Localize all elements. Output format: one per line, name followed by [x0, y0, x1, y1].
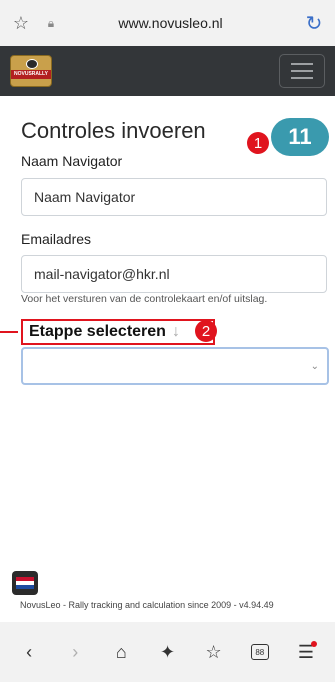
sparkle-icon[interactable]: ✦ [150, 635, 184, 669]
forward-icon[interactable]: › [58, 635, 92, 669]
logo-emblem-icon [26, 59, 38, 69]
down-arrow-icon: ↓ [171, 323, 180, 340]
back-icon[interactable]: ‹ [12, 635, 46, 669]
bookmark-star-icon[interactable]: ☆ [10, 12, 32, 34]
notification-dot [310, 641, 317, 647]
stage-select-dropdown[interactable]: ⌄ [21, 347, 329, 385]
step-1-marker: 1 [247, 132, 269, 154]
footer-text: NovusLeo - Rally tracking and calculatio… [20, 600, 274, 610]
browser-address-bar: ☆ 🔒︎ www.novusleo.nl ↻ [0, 0, 335, 46]
dutch-flag-icon [16, 576, 34, 590]
stage-select-label: Etappe selecteren ↓ [21, 319, 215, 345]
email-input[interactable]: mail-navigator@hkr.nl [21, 255, 327, 293]
controls-counter-badge: 11 [271, 118, 329, 156]
email-label: Emailadres [21, 231, 92, 247]
logo-text: NOVUSRALLY [14, 71, 48, 77]
url-text[interactable]: www.novusleo.nl [58, 15, 283, 31]
tabs-count: 88 [250, 644, 269, 660]
browser-bottom-toolbar: ‹ › ⌂ ✦ ☆ 88 ☰ [0, 622, 335, 682]
lock-icon: 🔒︎ [47, 15, 55, 30]
hamburger-menu-button[interactable] [279, 54, 325, 88]
navigator-name-input[interactable]: Naam Navigator [21, 178, 327, 216]
favorites-icon[interactable]: ☆ [197, 635, 231, 669]
chevron-down-icon: ⌄ [310, 360, 319, 372]
site-header: NOVUSRALLY [0, 46, 335, 96]
tabs-button[interactable]: 88 [243, 635, 277, 669]
step-2-marker: 2 [195, 320, 217, 342]
email-help-text: Voor het versturen van de controlekaart … [21, 293, 268, 305]
page-title: Controles invoeren [21, 118, 206, 143]
annotation-line [0, 331, 18, 333]
menu-icon[interactable]: ☰ [289, 635, 323, 669]
language-flag-button[interactable] [12, 571, 38, 595]
reload-icon[interactable]: ↻ [303, 12, 325, 35]
navigator-label: Naam Navigator [21, 153, 123, 169]
stage-label-text: Etappe selecteren [29, 323, 166, 340]
home-icon[interactable]: ⌂ [104, 635, 138, 669]
site-logo[interactable]: NOVUSRALLY [10, 55, 52, 87]
